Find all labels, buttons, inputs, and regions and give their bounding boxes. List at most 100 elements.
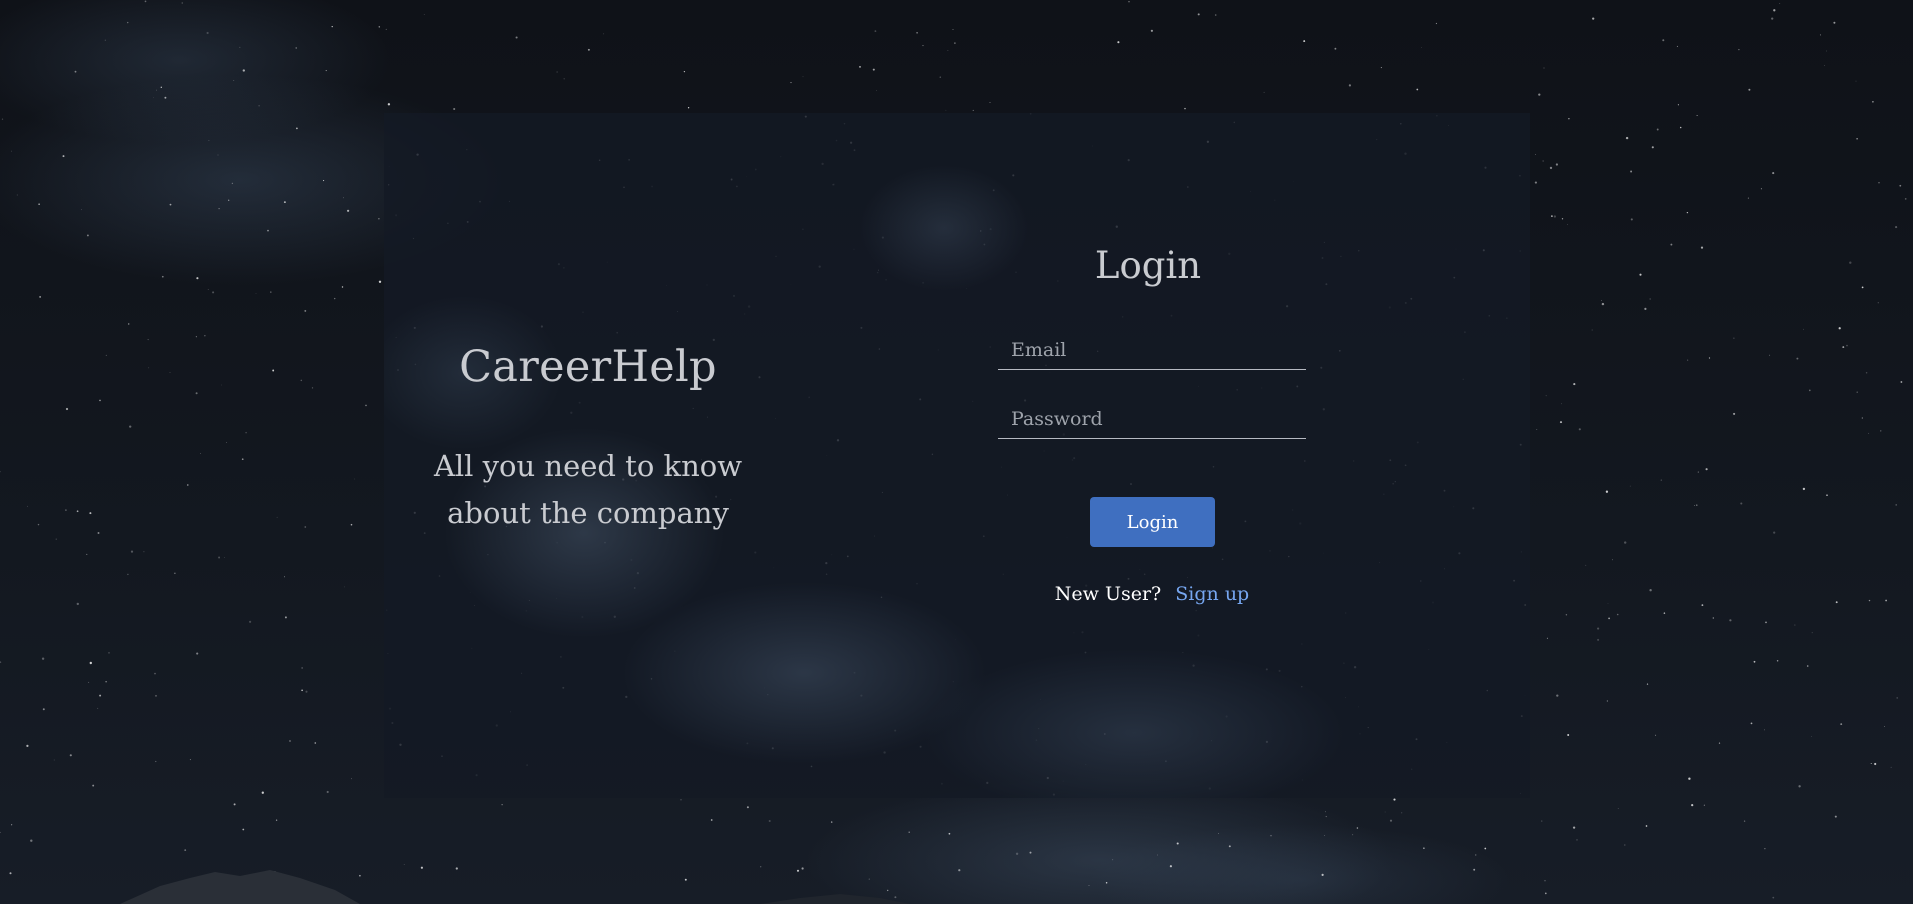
star bbox=[1605, 490, 1609, 493]
star bbox=[710, 819, 713, 821]
star bbox=[1771, 17, 1774, 20]
star bbox=[1608, 617, 1611, 620]
star bbox=[1890, 766, 1892, 768]
star bbox=[1691, 804, 1694, 807]
star bbox=[242, 69, 245, 72]
star bbox=[1, 118, 4, 120]
star bbox=[830, 821, 833, 823]
star bbox=[245, 431, 247, 434]
star bbox=[1421, 47, 1422, 48]
star bbox=[1718, 742, 1721, 744]
star bbox=[74, 70, 77, 73]
star bbox=[1884, 726, 1885, 727]
star bbox=[160, 86, 162, 88]
star bbox=[1733, 412, 1736, 415]
star bbox=[1416, 88, 1419, 91]
star bbox=[1473, 868, 1476, 871]
star bbox=[378, 26, 381, 28]
star bbox=[86, 234, 89, 237]
star bbox=[42, 708, 45, 711]
star bbox=[378, 280, 382, 283]
star bbox=[1270, 834, 1272, 837]
star bbox=[945, 109, 947, 111]
star bbox=[55, 538, 57, 540]
star bbox=[1748, 88, 1751, 91]
star bbox=[1743, 820, 1746, 822]
star bbox=[284, 616, 287, 619]
star bbox=[1534, 181, 1537, 184]
star bbox=[1811, 632, 1813, 634]
star bbox=[331, 25, 333, 28]
star bbox=[1826, 50, 1827, 52]
star bbox=[1651, 146, 1654, 149]
star bbox=[311, 387, 314, 389]
star bbox=[1865, 372, 1868, 374]
star bbox=[387, 103, 391, 106]
star bbox=[272, 369, 275, 372]
star bbox=[233, 80, 235, 81]
star bbox=[1645, 825, 1648, 827]
star bbox=[1616, 613, 1619, 616]
star bbox=[1870, 763, 1872, 764]
star bbox=[687, 107, 690, 109]
star bbox=[1555, 163, 1559, 166]
star bbox=[289, 740, 291, 742]
star bbox=[989, 102, 991, 104]
star bbox=[1904, 198, 1907, 200]
star bbox=[86, 553, 88, 555]
star bbox=[1112, 859, 1114, 861]
star bbox=[556, 71, 558, 73]
star bbox=[1561, 403, 1563, 405]
star bbox=[1545, 395, 1547, 397]
star bbox=[354, 478, 355, 480]
star bbox=[1738, 48, 1740, 51]
star bbox=[972, 109, 974, 111]
star bbox=[275, 819, 278, 821]
star bbox=[189, 759, 191, 761]
star bbox=[99, 694, 102, 697]
star bbox=[1324, 811, 1326, 813]
star bbox=[1649, 589, 1652, 592]
star bbox=[1878, 182, 1880, 184]
star bbox=[1861, 417, 1863, 419]
star bbox=[1559, 421, 1563, 424]
star bbox=[204, 335, 206, 337]
email-field[interactable] bbox=[998, 328, 1306, 370]
star bbox=[97, 532, 100, 534]
star bbox=[207, 288, 209, 291]
signup-link[interactable]: Sign up bbox=[1175, 583, 1249, 605]
star bbox=[1348, 84, 1351, 87]
star bbox=[453, 107, 456, 111]
star bbox=[1833, 21, 1836, 24]
star bbox=[1773, 9, 1776, 12]
star bbox=[872, 68, 875, 71]
star bbox=[1592, 17, 1595, 20]
star bbox=[1877, 302, 1879, 304]
star bbox=[1803, 328, 1804, 330]
login-button[interactable]: Login bbox=[1090, 497, 1215, 547]
star bbox=[200, 453, 202, 454]
star bbox=[350, 523, 353, 526]
star bbox=[0, 661, 2, 663]
star bbox=[161, 275, 164, 278]
star bbox=[1856, 391, 1858, 393]
star bbox=[1687, 359, 1689, 361]
star bbox=[325, 70, 327, 72]
star bbox=[301, 667, 303, 669]
star bbox=[283, 201, 286, 204]
star bbox=[1597, 627, 1600, 630]
star bbox=[26, 744, 29, 748]
star bbox=[147, 339, 149, 341]
star bbox=[1435, 22, 1437, 25]
star bbox=[1324, 835, 1325, 836]
password-field[interactable] bbox=[998, 397, 1306, 439]
star bbox=[342, 197, 344, 199]
star bbox=[1629, 485, 1631, 487]
star bbox=[231, 182, 234, 185]
star bbox=[1156, 854, 1158, 856]
star bbox=[1356, 827, 1359, 829]
star bbox=[212, 291, 215, 294]
star bbox=[1700, 246, 1704, 249]
star bbox=[1625, 136, 1629, 140]
star bbox=[1779, 3, 1781, 4]
